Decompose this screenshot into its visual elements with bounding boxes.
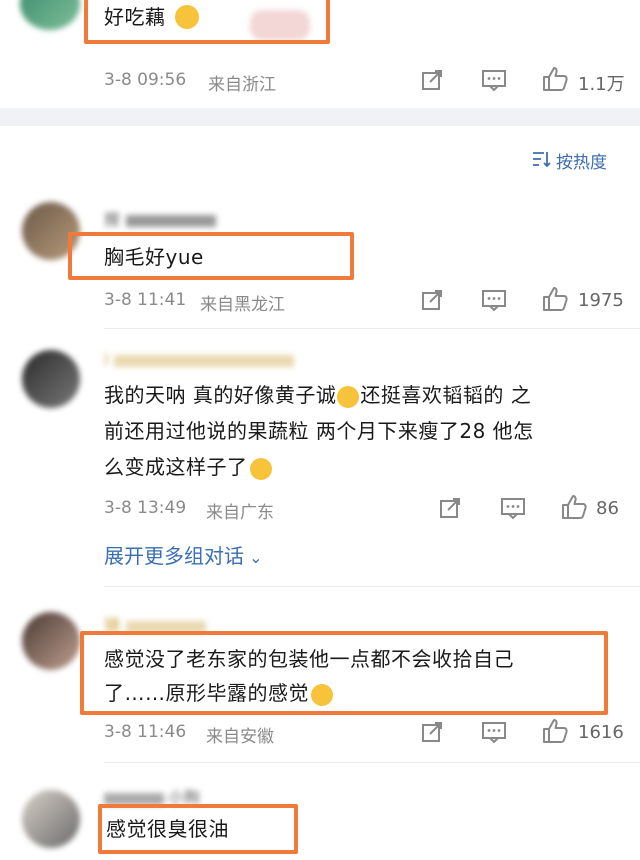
avatar[interactable] <box>22 612 80 670</box>
like-count: 1975 <box>578 290 624 311</box>
username[interactable]: 按 <box>104 206 217 230</box>
chevron-down-icon: ⌄ <box>244 548 263 567</box>
avatar[interactable] <box>22 350 80 408</box>
username[interactable]: i <box>104 350 295 369</box>
comment-text: 好吃藕 <box>104 5 166 29</box>
comment-icon[interactable] <box>481 68 507 92</box>
comment-separator <box>104 762 640 763</box>
comment-location: 来自黑龙江 <box>200 295 285 315</box>
share-icon[interactable] <box>438 496 462 520</box>
like-icon[interactable] <box>560 494 588 520</box>
like-icon[interactable] <box>541 66 569 92</box>
comment-text-line: 了……原形毕露的感觉 <box>104 676 333 710</box>
comment-time: 3-8 09:56 <box>104 70 187 90</box>
share-icon[interactable] <box>420 68 444 92</box>
expand-replies-link[interactable]: 展开更多组对话 ⌄ <box>104 540 263 569</box>
comment-text-line: 我的天呐 真的好像黄子诚 还挺喜欢韬韬的 之 <box>104 383 532 408</box>
avatar[interactable] <box>20 0 80 30</box>
share-icon[interactable] <box>420 720 444 744</box>
comment-text-line: 感觉没了老东家的包装他一点都不会收拾自己 <box>104 647 514 671</box>
comment-location: 来自浙江 <box>208 75 276 95</box>
like-icon[interactable] <box>541 286 569 312</box>
comment-separator <box>104 328 640 329</box>
share-icon[interactable] <box>420 288 444 312</box>
sort-button[interactable]: 按热度 <box>556 148 607 173</box>
comment-time: 3-8 13:49 <box>104 498 187 518</box>
sweat-emoji <box>311 683 333 706</box>
section-divider <box>0 108 640 126</box>
avatar[interactable] <box>22 790 80 848</box>
comment-time: 3-8 11:41 <box>104 290 187 310</box>
comment-icon[interactable] <box>481 288 507 312</box>
comment-location: 来自安徽 <box>206 727 274 747</box>
like-count: 1616 <box>578 722 624 743</box>
crying-emoji <box>249 457 272 480</box>
like-count: 86 <box>596 498 619 519</box>
smirk-emoji <box>175 5 199 29</box>
comment-text: 胸毛好yue <box>104 245 204 269</box>
comment-icon[interactable] <box>500 496 526 520</box>
comment-location: 来自广东 <box>206 503 274 523</box>
comment-icon[interactable] <box>481 720 507 744</box>
comment-text: 感觉很臭很油 <box>106 817 229 841</box>
like-icon[interactable] <box>541 718 569 744</box>
like-count: 1.1万 <box>578 74 625 95</box>
laugh-cry-emoji <box>337 385 360 408</box>
comment-text-line: 么变成这样子了 <box>104 450 272 484</box>
sort-icon[interactable] <box>532 150 552 168</box>
comment-text-line: 前还用过他说的果蔬粒 两个月下来瘦了28 他怎 <box>104 419 534 443</box>
comment-time: 3-8 11:46 <box>104 722 187 742</box>
comment-separator <box>104 586 640 587</box>
